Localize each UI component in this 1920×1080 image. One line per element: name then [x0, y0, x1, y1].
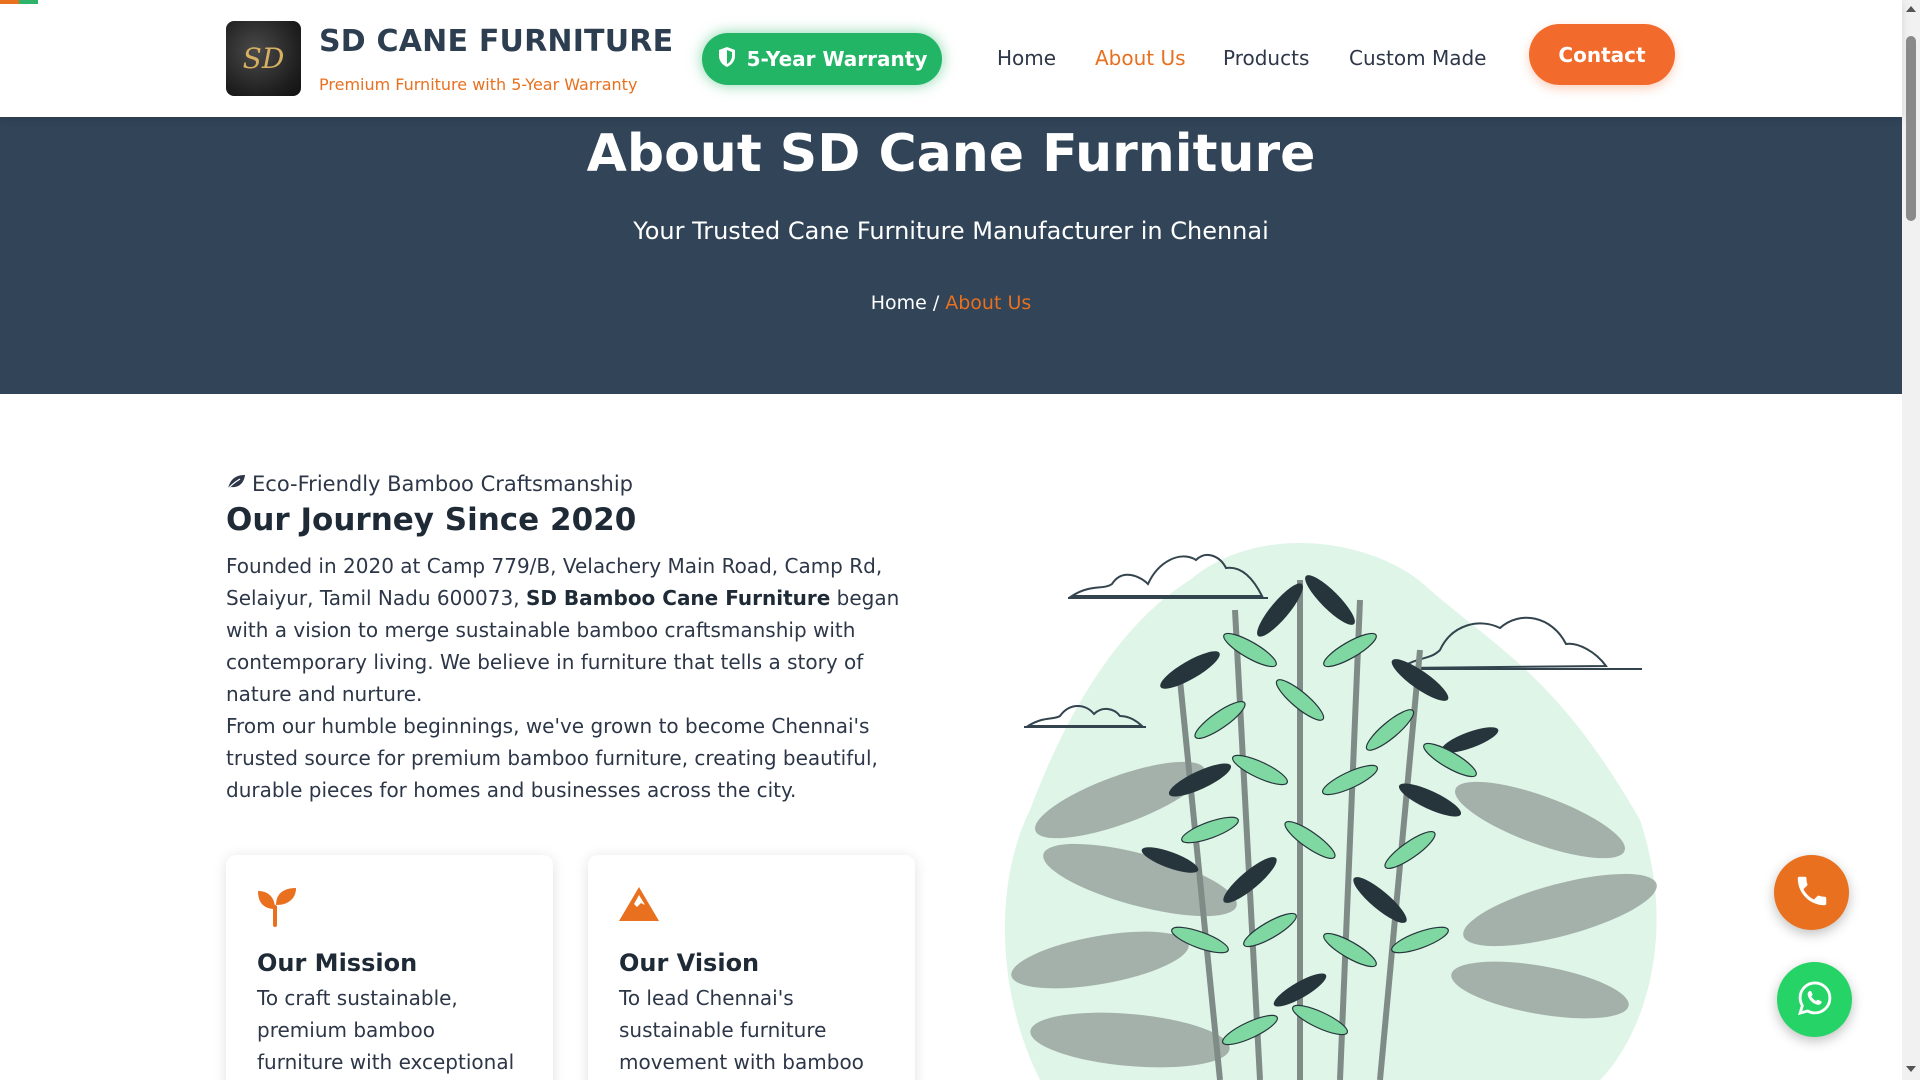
whatsapp-button[interactable]	[1777, 962, 1852, 1037]
warranty-label: 5-Year Warranty	[746, 47, 928, 71]
brand-tagline: Premium Furniture with 5-Year Warranty	[319, 75, 638, 94]
top-color-stripe	[0, 0, 38, 4]
bamboo-illustration	[1000, 520, 1680, 1080]
shield-icon	[717, 46, 737, 73]
scroll-down-arrow-icon[interactable]	[1906, 1066, 1916, 1072]
breadcrumb: Home / About Us	[0, 292, 1902, 314]
seedling-icon	[256, 885, 298, 931]
vision-card: Our Vision To lead Chennai's sustainable…	[588, 855, 915, 1080]
contact-button[interactable]: Contact	[1529, 24, 1675, 85]
nav-home[interactable]: Home	[997, 46, 1056, 70]
hero-subtitle: Your Trusted Cane Furniture Manufacturer…	[633, 217, 1269, 245]
whatsapp-icon	[1796, 979, 1834, 1021]
section-title: Our Journey Since 2020	[226, 502, 637, 538]
brand-logo[interactable]: SD	[226, 21, 301, 96]
nav-about-us[interactable]: About Us	[1095, 46, 1186, 70]
call-button[interactable]	[1774, 855, 1849, 930]
brand-name[interactable]: SD CANE FURNITURE	[319, 24, 673, 59]
card-title: Our Mission	[257, 949, 418, 977]
company-name-bold: SD Bamboo Cane Furniture	[525, 586, 831, 610]
nav-custom-made[interactable]: Custom Made	[1349, 46, 1487, 70]
breadcrumb-home[interactable]: Home	[871, 292, 927, 314]
breadcrumb-current: About Us	[945, 292, 1032, 314]
about-paragraph-1: Founded in 2020 at Camp 779/B, Velachery…	[226, 550, 926, 710]
card-title: Our Vision	[619, 949, 760, 977]
mission-card: Our Mission To craft sustainable, premiu…	[226, 855, 553, 1080]
warranty-badge[interactable]: 5-Year Warranty	[702, 33, 942, 85]
scroll-up-arrow-icon[interactable]	[1906, 6, 1916, 12]
page-scrollbar[interactable]	[1902, 0, 1920, 1080]
card-text: To craft sustainable, premium bamboo fur…	[257, 986, 515, 1074]
hero-banner: About SD Cane Furniture Your Trusted Can…	[0, 117, 1902, 394]
nav-products[interactable]: Products	[1223, 46, 1309, 70]
about-paragraph-2: From our humble beginnings, we've grown …	[226, 714, 878, 802]
mountain-icon	[618, 885, 660, 929]
card-text: To lead Chennai's sustainable furniture …	[619, 986, 864, 1074]
eyebrow-text: Eco-Friendly Bamboo Craftsmanship	[252, 472, 633, 496]
page-title: About SD Cane Furniture	[586, 124, 1316, 184]
breadcrumb-separator: /	[932, 292, 940, 314]
section-eyebrow: Eco-Friendly Bamboo Craftsmanship	[226, 472, 633, 496]
logo-monogram: SD	[242, 42, 285, 75]
phone-icon	[1793, 872, 1831, 914]
site-header: SD SD CANE FURNITURE Premium Furniture w…	[0, 0, 1902, 117]
leaf-icon	[226, 472, 246, 496]
scrollbar-thumb[interactable]	[1906, 36, 1916, 221]
